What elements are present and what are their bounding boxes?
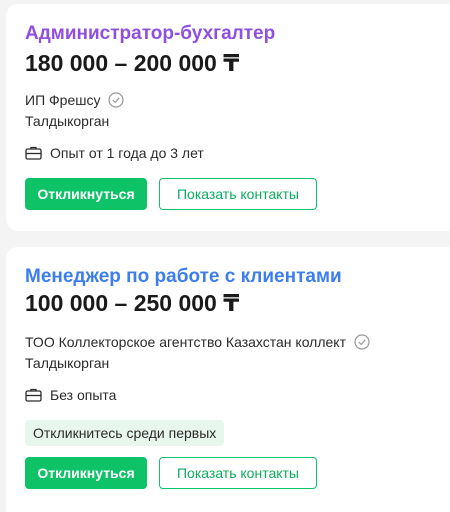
show-contacts-button[interactable]: Показать контакты — [159, 178, 317, 210]
company-row: ТОО Коллекторское агентство Казахстан ко… — [25, 333, 370, 351]
vacancy-salary: 180 000 – 200 000 ₸ — [25, 50, 240, 76]
company-name: ТОО Коллекторское агентство Казахстан ко… — [25, 334, 347, 350]
apply-button[interactable]: Откликнуться — [25, 457, 147, 489]
briefcase-icon — [25, 388, 42, 402]
show-contacts-button[interactable]: Показать контакты — [159, 457, 317, 489]
vacancy-card[interactable]: Администратор-бухгалтер 180 000 – 200 00… — [6, 4, 450, 231]
vacancy-card[interactable]: Менеджер по работе с клиентами 100 000 –… — [6, 247, 450, 512]
apply-button[interactable]: Откликнуться — [25, 178, 147, 210]
vacancy-salary: 100 000 – 250 000 ₸ — [25, 290, 240, 316]
city: Талдыкорган — [25, 113, 110, 129]
vacancy-title[interactable]: Менеджер по работе с клиентами — [25, 266, 342, 288]
early-applicant-badge: Откликнитесь среди первых — [25, 420, 225, 446]
experience-row: Без опыта — [25, 386, 116, 404]
experience-text: Без опыта — [50, 387, 117, 403]
check-circle-icon — [354, 334, 370, 350]
vacancy-title[interactable]: Администратор-бухгалтер — [25, 23, 275, 45]
experience-row: Опыт от 1 года до 3 лет — [25, 144, 204, 162]
company-row: ИП Фрешсу — [25, 91, 125, 109]
briefcase-icon — [25, 146, 42, 160]
company-name: ИП Фрешсу — [25, 92, 101, 108]
check-circle-icon — [108, 92, 125, 108]
experience-text: Опыт от 1 года до 3 лет — [50, 145, 204, 161]
city: Талдыкорган — [25, 355, 110, 371]
